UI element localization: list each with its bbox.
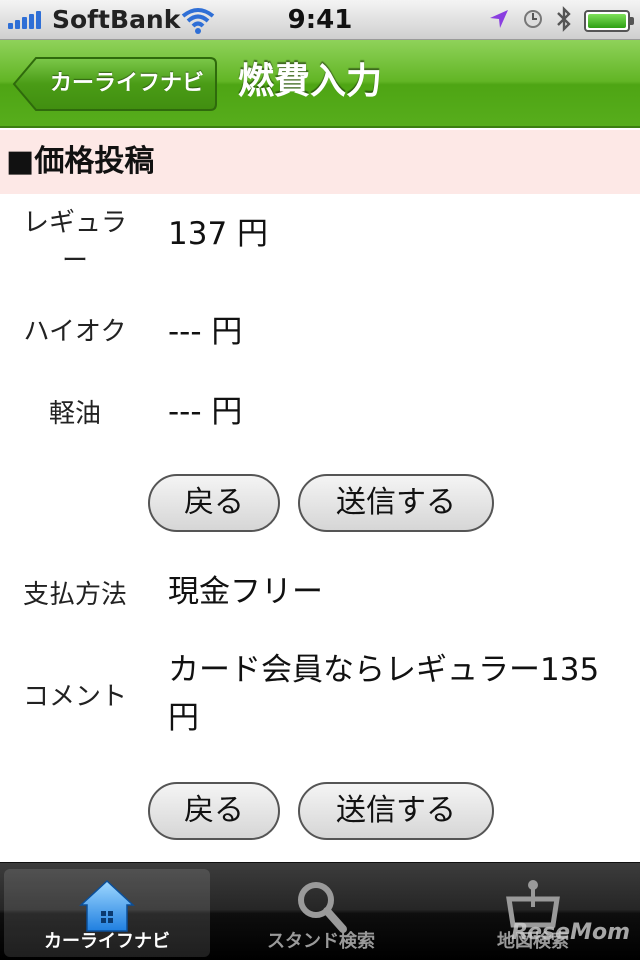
location-arrow-icon	[488, 8, 510, 34]
navigation-bar: カーライフナビ 燃費入力	[0, 40, 640, 128]
tab-car-life-navi[interactable]: カーライフナビ	[4, 869, 210, 957]
tab-bar: カーライフナビ スタンド検索 地図検索	[0, 862, 640, 960]
comment-label: コメント	[22, 682, 127, 712]
back-form-button[interactable]: 戻る	[148, 474, 280, 532]
regular-label: レギュラ ー	[22, 208, 127, 276]
bluetooth-icon	[556, 6, 572, 36]
tab-label: スタンド検索	[267, 931, 375, 952]
submit-button-bottom[interactable]: 送信する	[298, 782, 494, 840]
tab-stand-search[interactable]: スタンド検索	[218, 869, 424, 957]
watermark-logo: ReseMom	[511, 920, 630, 945]
diesel-price-value: --- 円	[168, 394, 243, 430]
regular-price-value: 137 円	[168, 216, 269, 252]
high-octane-label: ハイオク	[23, 317, 127, 347]
payment-method-label: 支払方法	[22, 580, 127, 610]
comment-value: カード会員ならレギュラー135 円	[168, 652, 600, 736]
high-octane-price-value: --- 円	[168, 314, 243, 350]
back-form-button-bottom[interactable]: 戻る	[148, 782, 280, 840]
submit-button[interactable]: 送信する	[298, 474, 494, 532]
page-title: 燃費入力	[238, 61, 383, 102]
status-bar: SoftBank 9:41	[0, 0, 640, 40]
tab-label: カーライフナビ	[44, 931, 170, 952]
payment-method-value: 現金フリー	[168, 574, 323, 610]
diesel-label: 軽油	[48, 399, 101, 429]
battery-icon	[584, 10, 634, 32]
back-button-label: カーライフナビ	[49, 71, 204, 96]
back-button[interactable]: カーライフナビ	[12, 56, 218, 112]
alarm-clock-icon	[522, 8, 544, 34]
section-header: ■価格投稿	[0, 130, 640, 194]
